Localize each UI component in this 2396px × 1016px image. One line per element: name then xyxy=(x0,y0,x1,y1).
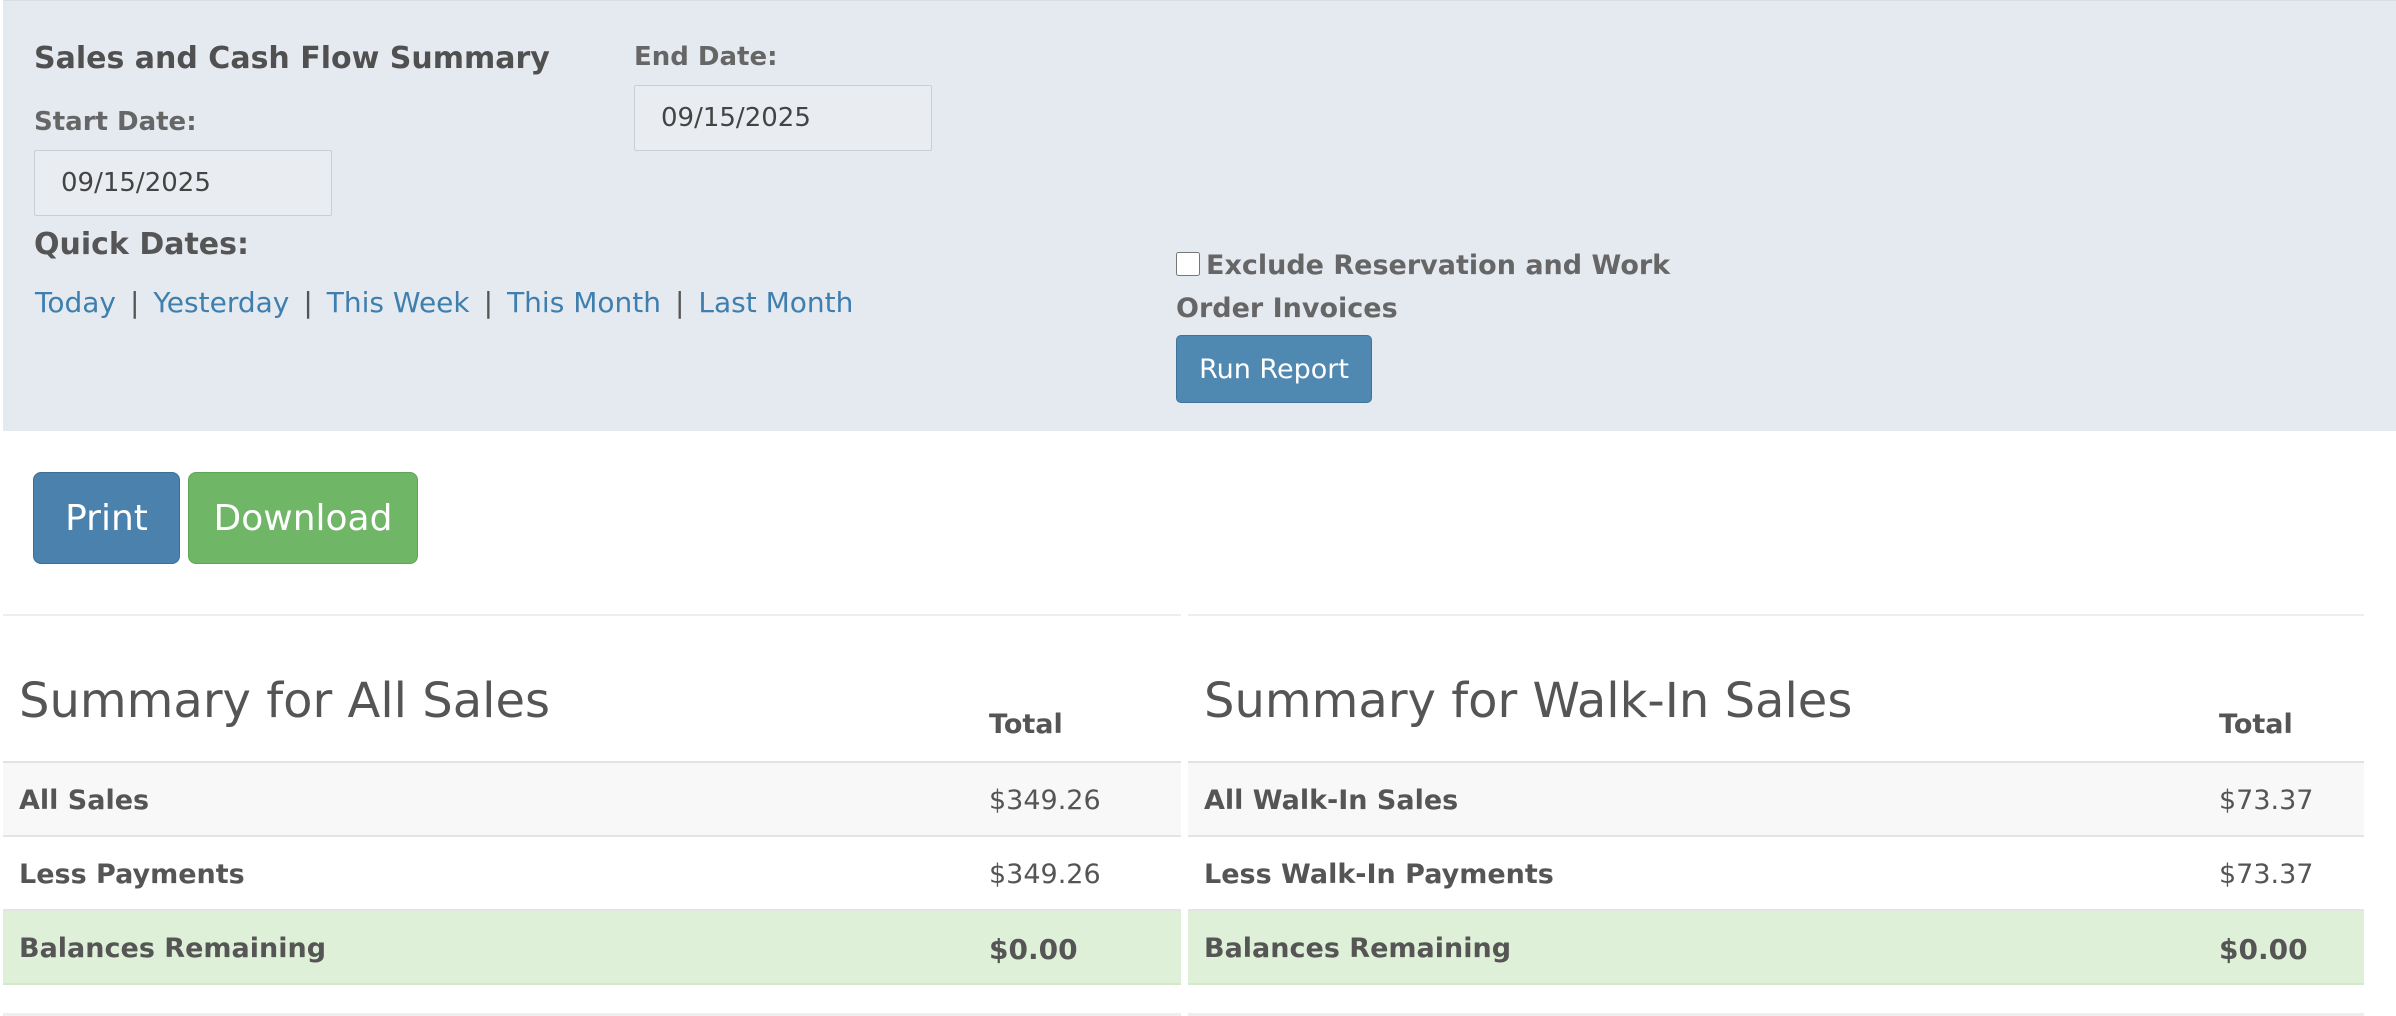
table-header: Summary for All Sales Total xyxy=(3,617,1181,763)
quick-date-today[interactable]: Today xyxy=(35,286,116,319)
quick-date-last-month[interactable]: Last Month xyxy=(698,286,853,319)
row-label: Balances Remaining xyxy=(19,933,327,964)
exclude-invoices-option[interactable]: Exclude Reservation and Work Order Invoi… xyxy=(1176,244,1736,330)
section-divider xyxy=(1188,614,2364,616)
run-report-button[interactable]: Run Report xyxy=(1176,335,1372,403)
row-total: $73.37 xyxy=(2219,785,2314,816)
quick-date-separator: | xyxy=(674,286,685,319)
row-label: All Sales xyxy=(19,785,150,816)
table-row: Less Walk-In Payments $73.37 xyxy=(1188,837,2364,911)
print-button[interactable]: Print xyxy=(33,472,180,564)
row-total: $0.00 xyxy=(2219,933,2308,966)
summary-walkin-sales-table: Summary for Walk-In Sales Total All Walk… xyxy=(1188,617,2364,985)
quick-date-separator: | xyxy=(303,286,313,319)
table-header: Summary for Walk-In Sales Total xyxy=(1188,617,2364,763)
quick-date-yesterday[interactable]: Yesterday xyxy=(153,286,289,319)
quick-date-this-week[interactable]: This Week xyxy=(327,286,470,319)
summary-walkin-sales-title: Summary for Walk-In Sales xyxy=(1204,673,1853,729)
exclude-invoices-checkbox[interactable] xyxy=(1176,252,1200,276)
start-date-input[interactable] xyxy=(34,150,332,216)
total-column-header: Total xyxy=(989,709,1063,740)
row-total: $73.37 xyxy=(2219,859,2314,890)
section-divider xyxy=(3,614,1181,616)
row-total: $0.00 xyxy=(989,933,1078,966)
row-label: All Walk-In Sales xyxy=(1204,785,1459,816)
row-total: $349.26 xyxy=(989,859,1101,890)
quick-date-this-month[interactable]: This Month xyxy=(507,286,661,319)
report-filter-panel: Sales and Cash Flow Summary Start Date: … xyxy=(3,0,2396,431)
row-label: Less Payments xyxy=(19,859,245,890)
total-column-header: Total xyxy=(2219,709,2293,740)
end-date-input[interactable] xyxy=(634,85,932,151)
balance-row: Balances Remaining $0.00 xyxy=(3,911,1181,985)
quick-date-separator: | xyxy=(129,286,140,319)
quick-dates-label: Quick Dates: xyxy=(34,227,250,262)
row-label: Balances Remaining xyxy=(1204,933,1512,964)
report-title: Sales and Cash Flow Summary xyxy=(34,41,550,76)
table-row: Less Payments $349.26 xyxy=(3,837,1181,911)
summary-all-sales-table: Summary for All Sales Total All Sales $3… xyxy=(3,617,1181,985)
end-date-label: End Date: xyxy=(634,42,778,72)
quick-dates-links: Today | Yesterday | This Week | This Month | Las… xyxy=(35,286,853,319)
exclude-invoices-label: Exclude Reservation and Work Order Invoi… xyxy=(1176,250,1671,324)
start-date-label: Start Date: xyxy=(34,107,197,137)
table-row: All Sales $349.26 xyxy=(3,763,1181,837)
download-button[interactable]: Download xyxy=(188,472,418,564)
balance-row: Balances Remaining $0.00 xyxy=(1188,911,2364,985)
table-row: All Walk-In Sales $73.37 xyxy=(1188,763,2364,837)
quick-date-separator: | xyxy=(483,286,494,319)
row-total: $349.26 xyxy=(989,785,1101,816)
summary-all-sales-title: Summary for All Sales xyxy=(19,673,550,729)
row-label: Less Walk-In Payments xyxy=(1204,859,1554,890)
